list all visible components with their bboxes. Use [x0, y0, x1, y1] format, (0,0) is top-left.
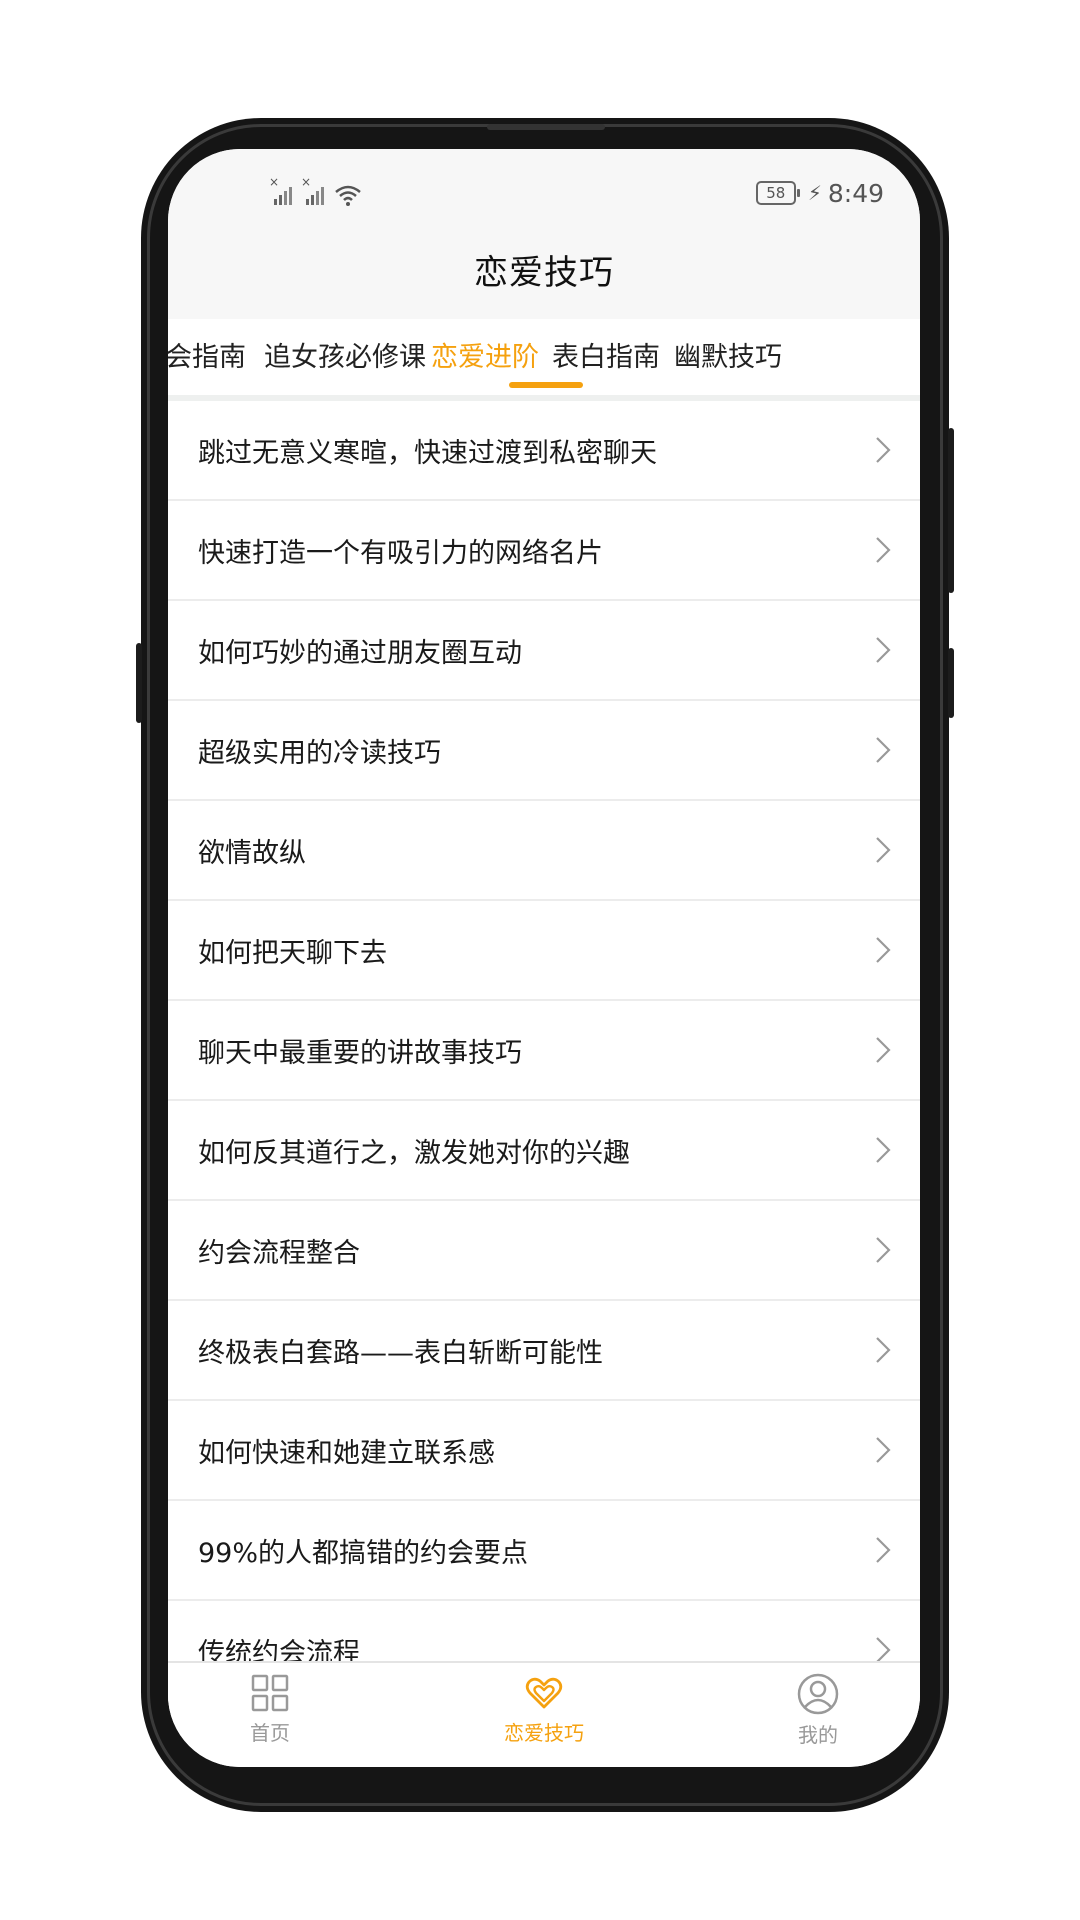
battery-icon: 58 — [755, 181, 800, 205]
list-item-title: 99%的人都搞错的约会要点 — [198, 1538, 529, 1569]
list-item-title: 跳过无意义寒暄，快速过渡到私密聊天 — [198, 438, 657, 469]
chevron-right-icon — [876, 437, 891, 463]
list-item-title: 如何反其道行之，激发她对你的兴趣 — [198, 1138, 630, 1169]
no-signal-icon: × — [269, 175, 294, 207]
list-item[interactable]: 99%的人都搞错的约会要点 — [168, 1501, 920, 1601]
list-item[interactable]: 终极表白套路——表白斩断可能性 — [168, 1301, 920, 1401]
chevron-right-icon — [876, 537, 891, 563]
tab-confession-guide[interactable]: 表白指南 — [552, 335, 660, 374]
list-item-title: 约会流程整合 — [198, 1238, 360, 1269]
tab-humor-skills[interactable]: 幽默技巧 — [674, 335, 782, 374]
phone-earpiece — [487, 124, 605, 130]
chevron-right-icon — [876, 737, 891, 763]
list-item[interactable]: 如何巧妙的通过朋友圈互动 — [168, 601, 920, 701]
no-signal-icon: × — [301, 175, 326, 207]
article-list: 跳过无意义寒暄，快速过渡到私密聊天 快速打造一个有吸引力的网络名片 如何巧妙的通… — [168, 401, 920, 1701]
phone-frame: × × 58 ⚡ 8:49 恋爱技巧 会指南 追女孩必修课 恋爱进阶 表白指南 … — [136, 118, 954, 1812]
list-item[interactable]: 如何快速和她建立联系感 — [168, 1401, 920, 1501]
list-item-title: 超级实用的冷读技巧 — [198, 738, 441, 769]
hearts-icon — [525, 1677, 563, 1709]
nav-profile[interactable]: 我的 — [748, 1673, 888, 1748]
nav-home[interactable]: 首页 — [200, 1673, 340, 1746]
list-item[interactable]: 聊天中最重要的讲故事技巧 — [168, 1001, 920, 1101]
list-item[interactable]: 欲情故纵 — [168, 801, 920, 901]
user-icon — [797, 1673, 839, 1715]
chevron-right-icon — [876, 637, 891, 663]
power-button — [948, 428, 954, 593]
tab-required-course[interactable]: 追女孩必修课 — [264, 335, 426, 374]
chevron-right-icon — [876, 937, 891, 963]
nav-love-skills[interactable]: 恋爱技巧 — [474, 1673, 614, 1746]
page-title: 恋爱技巧 — [474, 253, 614, 293]
list-item[interactable]: 如何反其道行之，激发她对你的兴趣 — [168, 1101, 920, 1201]
chevron-right-icon — [876, 1337, 891, 1363]
list-item-title: 如何快速和她建立联系感 — [198, 1438, 495, 1469]
list-item[interactable]: 超级实用的冷读技巧 — [168, 701, 920, 801]
list-item-title: 聊天中最重要的讲故事技巧 — [198, 1038, 522, 1069]
tab-love-advanced[interactable]: 恋爱进阶 — [431, 335, 539, 374]
list-item[interactable]: 快速打造一个有吸引力的网络名片 — [168, 501, 920, 601]
category-tabs: 会指南 追女孩必修课 恋爱进阶 表白指南 幽默技巧 — [168, 319, 920, 401]
nav-home-label: 首页 — [250, 1721, 290, 1745]
status-bar: × × 58 ⚡ 8:49 — [168, 149, 920, 237]
list-item-title: 如何把天聊下去 — [198, 938, 387, 969]
tab-guide[interactable]: 会指南 — [168, 335, 246, 374]
list-item-title: 快速打造一个有吸引力的网络名片 — [198, 538, 603, 569]
chevron-right-icon — [876, 1037, 891, 1063]
chevron-right-icon — [876, 1137, 891, 1163]
list-item[interactable]: 约会流程整合 — [168, 1201, 920, 1301]
nav-love-skills-label: 恋爱技巧 — [504, 1721, 584, 1745]
charging-icon: ⚡ — [807, 181, 822, 205]
list-item[interactable]: 如何把天聊下去 — [168, 901, 920, 1001]
list-item-title: 终极表白套路——表白斩断可能性 — [198, 1338, 603, 1369]
list-item-title: 如何巧妙的通过朋友圈互动 — [198, 638, 522, 669]
chevron-right-icon — [876, 837, 891, 863]
list-item[interactable]: 跳过无意义寒暄，快速过渡到私密聊天 — [168, 401, 920, 501]
bottom-nav: 首页 恋爱技巧 我的 — [168, 1661, 920, 1767]
app-screen: × × 58 ⚡ 8:49 恋爱技巧 会指南 追女孩必修课 恋爱进阶 表白指南 … — [168, 149, 920, 1767]
signal-group: × × — [269, 175, 362, 207]
header: 恋爱技巧 — [168, 237, 920, 319]
side-button — [948, 648, 954, 718]
grid-icon — [251, 1674, 289, 1712]
chevron-right-icon — [876, 1237, 891, 1263]
nav-profile-label: 我的 — [798, 1723, 838, 1747]
clock: 8:49 — [827, 178, 884, 208]
chevron-right-icon — [876, 1437, 891, 1463]
active-tab-indicator — [509, 382, 583, 388]
volume-button — [136, 643, 142, 723]
wifi-icon — [334, 183, 362, 207]
chevron-right-icon — [876, 1537, 891, 1563]
status-right: 58 ⚡ 8:49 — [755, 178, 884, 208]
list-item-title: 欲情故纵 — [198, 838, 306, 869]
